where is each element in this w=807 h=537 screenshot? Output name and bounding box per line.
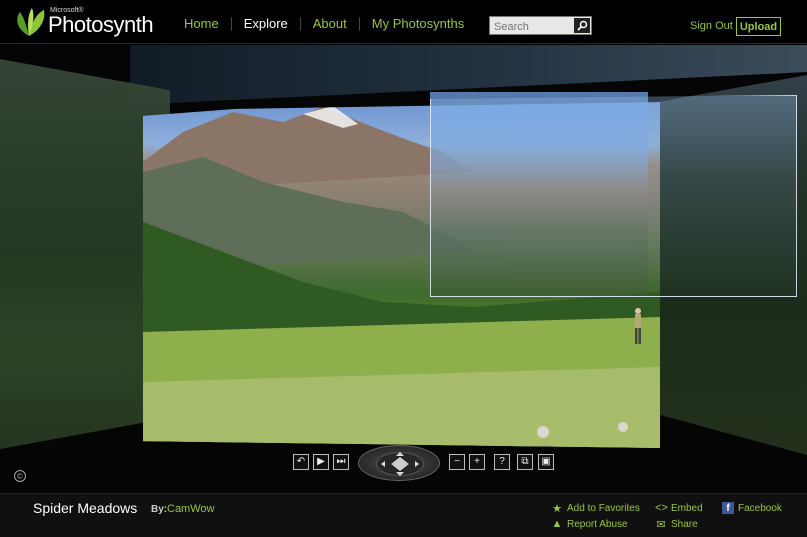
site-header: Microsoft® Photosynth Home Explore About…: [0, 0, 807, 44]
upload-button[interactable]: Upload: [736, 17, 781, 36]
synth-title: Spider Meadows: [33, 500, 138, 516]
help-icon: ?: [499, 456, 505, 467]
plus-icon: +: [474, 456, 480, 467]
overlay-button[interactable]: ⧉: [517, 454, 533, 470]
minus-icon: −: [454, 456, 460, 467]
sign-out-link[interactable]: Sign Out: [690, 20, 733, 32]
photosynth-logo[interactable]: Microsoft® Photosynth: [10, 4, 160, 40]
logo-name: Photosynth: [48, 12, 154, 37]
skip-next-icon: ⏭: [336, 456, 346, 467]
leaf-logo-icon: [17, 8, 45, 36]
next-photo-button[interactable]: ⏭: [333, 454, 349, 470]
code-icon: <>: [655, 502, 668, 514]
fullscreen-button[interactable]: ▣: [538, 454, 554, 470]
help-button[interactable]: ?: [494, 454, 510, 470]
hiker-figure: [635, 308, 641, 344]
play-icon: ▶: [317, 456, 325, 467]
copyright-icon[interactable]: ©: [14, 470, 26, 482]
author-link[interactable]: CamWow: [167, 503, 214, 515]
report-abuse-link[interactable]: ▲ Report Abuse: [551, 518, 628, 530]
direction-arrows-icon: [381, 452, 419, 476]
share-label: Share: [671, 519, 698, 530]
synth-viewer[interactable]: ↶ ▶ ⏭ − + ? ⧉ ▣ ©: [0, 45, 807, 493]
star-icon: ★: [552, 503, 562, 515]
zoom-out-button[interactable]: −: [449, 454, 465, 470]
play-button[interactable]: ▶: [313, 454, 329, 470]
add-to-favorites-label: Add to Favorites: [567, 503, 640, 514]
warning-icon: ▲: [551, 518, 563, 530]
search-button[interactable]: [574, 18, 590, 33]
by-label: By:: [151, 504, 168, 515]
mail-icon: ✉: [656, 519, 666, 531]
navigation-pad[interactable]: [358, 445, 440, 481]
main-nav: Home Explore About My Photosynths: [172, 17, 476, 31]
facebook-link[interactable]: f Facebook: [722, 502, 782, 514]
fullscreen-icon: ▣: [541, 456, 551, 467]
share-link[interactable]: ✉ Share: [655, 518, 698, 531]
report-abuse-label: Report Abuse: [567, 518, 628, 530]
synth-info-bar: Spider Meadows By: CamWow ★ Add to Favor…: [0, 493, 807, 537]
facebook-label: Facebook: [738, 502, 782, 514]
embed-label: Embed: [671, 502, 703, 514]
search-icon: [576, 20, 587, 31]
undo-icon: ↶: [296, 456, 306, 467]
nav-explore[interactable]: Explore: [232, 17, 301, 31]
facebook-icon: f: [722, 502, 734, 514]
photo-frame-outline: [430, 95, 797, 297]
viewer-controls: ↶ ▶ ⏭ − + ? ⧉ ▣ ©: [0, 445, 807, 493]
search-input[interactable]: [490, 18, 572, 36]
embed-link[interactable]: <> Embed: [655, 502, 703, 514]
nav-my-photosynths[interactable]: My Photosynths: [360, 17, 477, 31]
nav-home[interactable]: Home: [172, 17, 232, 31]
add-to-favorites-link[interactable]: ★ Add to Favorites: [551, 502, 640, 515]
overlay-icon: ⧉: [521, 456, 529, 467]
rotate-left-button[interactable]: ↶: [293, 454, 309, 470]
nav-about[interactable]: About: [301, 17, 360, 31]
zoom-in-button[interactable]: +: [469, 454, 485, 470]
search-box: [489, 16, 592, 36]
